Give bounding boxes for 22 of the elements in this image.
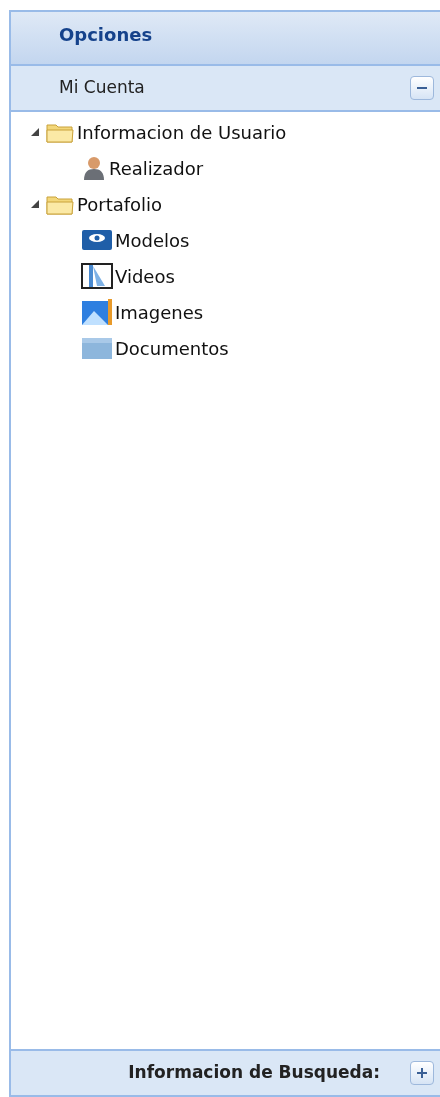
section-title: Informacion de Busqueda:	[128, 1061, 380, 1085]
expanded-arrow-icon[interactable]	[29, 126, 41, 138]
person-icon	[81, 155, 107, 181]
tree-item-label[interactable]: Portafolio	[77, 190, 163, 218]
tree-item-label[interactable]: Modelos	[115, 226, 190, 254]
tree-item-label[interactable]: Documentos	[115, 334, 229, 362]
picture-icon	[81, 298, 113, 326]
tree-item-label[interactable]: Imagenes	[115, 298, 204, 326]
tree-item-label[interactable]: Realizador	[109, 154, 204, 182]
expanded-arrow-icon[interactable]	[29, 198, 41, 210]
tree-item-label[interactable]: Videos	[115, 262, 175, 290]
section-header[interactable]: Informacion de Busqueda:	[11, 1049, 440, 1097]
document-icon	[81, 336, 113, 360]
tree-item-label[interactable]: Informacion de Usuario	[77, 118, 287, 146]
eye-card-icon	[81, 228, 113, 252]
film-icon	[81, 262, 113, 290]
section-header[interactable]: Mi Cuenta	[11, 64, 440, 112]
plus-icon	[415, 1066, 429, 1080]
expand-button[interactable]	[410, 1061, 434, 1085]
section-title: Mi Cuenta	[59, 76, 145, 100]
collapse-button[interactable]	[410, 76, 434, 100]
panel-title: Opciones	[59, 22, 153, 47]
